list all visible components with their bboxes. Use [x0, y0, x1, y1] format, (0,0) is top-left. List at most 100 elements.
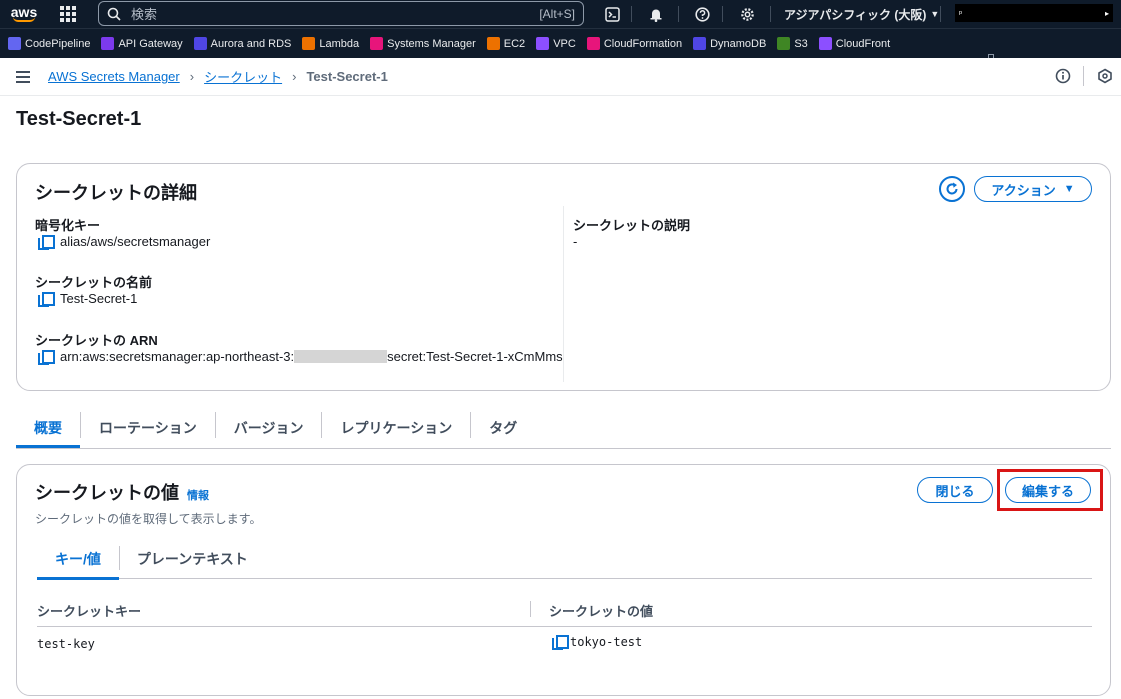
info-link[interactable]: 情報 [187, 487, 209, 503]
help-icon[interactable] [688, 0, 716, 28]
caret-down-icon: ▸ [1104, 8, 1109, 18]
favorite-cloudformation[interactable]: CloudFormation [586, 37, 683, 50]
copy-icon[interactable] [38, 234, 55, 250]
tools-panel-icon[interactable] [1097, 68, 1113, 84]
favorite-label: Lambda [319, 37, 360, 50]
menu-hamburger-icon[interactable] [16, 70, 30, 83]
service-icon [693, 37, 707, 50]
search-placeholder: 検索 [131, 7, 158, 22]
breadcrumb-bar: AWS Secrets Manager › シークレット › Test-Secr… [0, 58, 1121, 96]
tab-tags[interactable]: タグ [470, 412, 535, 438]
tab-key-value[interactable]: キー/値 [37, 537, 119, 580]
redacted-account-id [294, 350, 388, 363]
copy-icon[interactable] [552, 635, 569, 650]
close-label: 閉じる [935, 483, 975, 499]
search-icon [107, 7, 121, 21]
chevron-right-icon: › [292, 69, 297, 84]
favorite-label: Systems Manager [387, 37, 476, 50]
service-icon [193, 37, 207, 50]
secret-value-description: シークレットの値を取得して表示します。 [35, 512, 262, 526]
favorite-label: S3 [794, 37, 808, 50]
secret-value-subtabs: キー/値 プレーンテキスト [37, 537, 1092, 580]
column-resizer[interactable] [530, 601, 531, 617]
region-selector[interactable]: アジアパシフィック (大阪) ▼ [784, 0, 939, 28]
settings-gear-icon[interactable] [733, 0, 761, 28]
favorite-dynamodb[interactable]: DynamoDB [693, 37, 766, 50]
secret-tabs: 概要 ローテーション バージョン レプリケーション タグ [16, 412, 1111, 449]
actions-label: アクション [991, 182, 1056, 198]
favorite-label: CloudFront [835, 37, 891, 50]
favorite-ec2[interactable]: EC2 [486, 37, 526, 50]
column-divider [563, 206, 564, 382]
table-row: test-key tokyo-test [37, 633, 1092, 657]
caret-down-icon: ▼ [1063, 183, 1075, 195]
secret-value-heading: シークレットの値 [35, 483, 179, 503]
tab-rotation[interactable]: ローテーション [80, 412, 215, 438]
close-button[interactable]: 閉じる [917, 477, 993, 503]
secret-value-text: tokyo-test [570, 635, 643, 649]
favorite-api-gateway[interactable]: API Gateway [101, 37, 183, 50]
secret-details-heading: シークレットの詳細 [35, 183, 197, 203]
secret-value-panel: シークレットの値 情報 シークレットの値を取得して表示します。 閉じる 編集する… [16, 464, 1111, 696]
caret-down-icon: ▼ [930, 9, 940, 19]
service-icon [302, 37, 316, 50]
tab-versions[interactable]: バージョン [214, 412, 322, 438]
secret-table-header: シークレットキー シークレットの値 [37, 591, 1092, 627]
service-icon [818, 37, 832, 50]
tab-overview[interactable]: 概要 [16, 412, 80, 448]
service-icon [536, 37, 550, 50]
services-menu-icon[interactable] [48, 0, 88, 28]
secret-name-text: Test-Secret-1 [60, 291, 138, 306]
copy-icon[interactable] [38, 291, 55, 307]
breadcrumb: AWS Secrets Manager › シークレット › Test-Secr… [48, 67, 388, 86]
page-title: Test-Secret-1 [16, 108, 142, 130]
secret-key-cell: test-key [37, 637, 95, 651]
breadcrumb-current: Test-Secret-1 [306, 69, 388, 84]
encryption-key-text: alias/aws/secretsmanager [60, 234, 211, 249]
favorite-label: VPC [553, 37, 576, 50]
secret-arn-value: arn:aws:secretsmanager:ap-northeast-3: s… [38, 349, 563, 365]
region-label: アジアパシフィック (大阪) [784, 7, 927, 22]
secret-value-heading-row: シークレットの値 情報 [35, 479, 209, 505]
refresh-button[interactable] [939, 176, 965, 202]
column-header-value: シークレットの値 [549, 604, 654, 619]
arn-prefix: arn:aws:secretsmanager:ap-northeast-3: [60, 349, 295, 364]
favorite-label: CloudFormation [603, 37, 683, 50]
secret-description-value: - [573, 234, 578, 249]
favorite-codepipeline[interactable]: CodePipeline [8, 37, 90, 50]
copy-icon[interactable] [38, 349, 55, 365]
service-icon [8, 37, 21, 50]
favorite-systems-manager[interactable]: Systems Manager [370, 37, 476, 50]
favorite-vpc[interactable]: VPC [536, 37, 576, 50]
info-circle-icon[interactable] [1055, 68, 1071, 84]
tab-replication[interactable]: レプリケーション [321, 412, 470, 438]
favorite-s3[interactable]: S3 [777, 37, 808, 50]
favorite-lambda[interactable]: Lambda [302, 37, 359, 50]
aws-logo[interactable]: aws [0, 0, 48, 28]
service-icon [486, 37, 500, 50]
favorite-aurora-and-rds[interactable]: Aurora and RDS [193, 37, 292, 50]
favorite-cloudfront[interactable]: CloudFront [818, 37, 891, 50]
favorite-label: DynamoDB [710, 37, 767, 50]
actions-button[interactable]: アクション ▼ [974, 176, 1092, 202]
secret-description-label: シークレットの説明 [573, 218, 691, 233]
favorite-label: Aurora and RDS [210, 37, 292, 50]
arn-suffix: secret:Test-Secret-1-xCmMms [387, 349, 563, 364]
tab-plaintext[interactable]: プレーンテキスト [118, 537, 266, 579]
favorite-label: API Gateway [118, 37, 183, 50]
encryption-key-label: 暗号化キー [35, 218, 101, 233]
service-icon [586, 37, 600, 50]
breadcrumb-secrets-manager[interactable]: AWS Secrets Manager [48, 69, 180, 84]
breadcrumb-secrets[interactable]: シークレット [204, 67, 282, 86]
notifications-bell-icon[interactable] [642, 0, 670, 28]
favorite-label: EC2 [503, 37, 526, 50]
secret-name-label: シークレットの名前 [35, 275, 153, 290]
search-input[interactable]: 検索 [Alt+S] [98, 1, 584, 26]
cloudshell-icon[interactable] [598, 0, 626, 28]
favorites-bar: CodePipeline API Gateway Aurora and RDS Lam… [0, 28, 1121, 58]
service-icon [101, 37, 115, 50]
top-navigation: aws 検索 [Alt+S] アジアパシフィック (大阪) ▼ ᵖ ▸ [0, 0, 1121, 28]
service-icon [370, 37, 384, 50]
secret-value-cell: tokyo-test [552, 635, 643, 650]
account-menu[interactable]: ᵖ ▸ [955, 4, 1113, 22]
